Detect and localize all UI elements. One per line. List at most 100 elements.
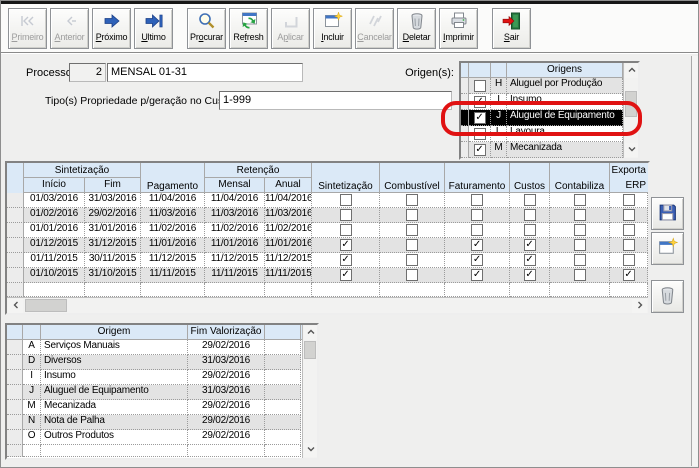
cell-sintetizacao[interactable]: ✓ <box>312 268 380 283</box>
cell-code[interactable]: M <box>23 400 41 415</box>
scroll-down-button[interactable] <box>304 443 317 457</box>
checkbox-combustivel[interactable] <box>406 269 418 281</box>
origin-valuation-row[interactable]: M Mecanizada 29/02/2016 <box>7 400 301 415</box>
checkbox-faturamento[interactable]: ✓ <box>471 239 483 251</box>
cell-contabiliza[interactable] <box>550 253 610 268</box>
checkbox-combustivel[interactable] <box>406 239 418 251</box>
last-button[interactable]: Ultimo <box>134 8 173 49</box>
cell-origin-name[interactable]: Mecanizada <box>507 142 623 158</box>
origin-valuation-row[interactable]: A Serviços Manuais 29/02/2016 <box>7 340 301 355</box>
cell-contabiliza[interactable] <box>550 238 610 253</box>
cell-origin-name[interactable]: Insumo <box>507 94 623 110</box>
cell-inicio[interactable]: 01/02/2016 <box>24 208 85 223</box>
row-indicator[interactable] <box>461 94 469 110</box>
checkbox-exporta-erp[interactable] <box>622 224 635 236</box>
cell-custos[interactable] <box>510 223 550 238</box>
cell-anual[interactable]: 11/12/2015 <box>265 253 312 268</box>
cell-sintetizacao[interactable]: ✓ <box>312 253 380 268</box>
origin-valuation-row[interactable]: D Diversos 31/03/2016 <box>7 355 301 370</box>
row-indicator[interactable] <box>7 193 24 208</box>
scroll-up-button[interactable] <box>304 326 317 340</box>
cell-pagamento[interactable]: 11/12/2015 <box>141 253 205 268</box>
cell-code[interactable]: L <box>491 126 507 142</box>
cell-anual[interactable]: 11/11/2015 <box>265 268 312 283</box>
cell-origem[interactable]: Outros Produtos <box>41 430 188 445</box>
cell-origem[interactable]: Nota de Palha <box>41 415 188 430</box>
origin-checkbox[interactable]: ✓ <box>473 143 486 156</box>
row-indicator[interactable] <box>7 430 23 445</box>
scrollbar-thumb[interactable] <box>25 299 67 312</box>
cell-origin-name[interactable]: Lavoura <box>507 126 623 142</box>
cell-fim-valorizacao[interactable]: 31/03/2016 <box>188 355 265 370</box>
row-indicator[interactable] <box>7 268 24 283</box>
cell-origem[interactable]: Mecanizada <box>41 400 188 415</box>
checkbox-contabiliza[interactable] <box>573 209 586 221</box>
cell-exporta-erp[interactable] <box>610 208 648 223</box>
origin-list-item[interactable]: ✓ I Insumo <box>461 94 623 110</box>
scroll-up-button[interactable] <box>625 64 638 78</box>
cell-origem[interactable]: Aluguel de Equipamento <box>41 385 188 400</box>
exit-button[interactable]: Sair <box>492 8 531 49</box>
cell-mensal[interactable]: 11/01/2016 <box>205 238 265 253</box>
scroll-down-button[interactable] <box>625 143 638 157</box>
checkbox-faturamento[interactable] <box>471 209 483 221</box>
checkbox-combustivel[interactable] <box>406 209 418 221</box>
row-indicator[interactable] <box>7 415 23 430</box>
origin-checkbox[interactable] <box>473 79 486 92</box>
cell-faturamento[interactable] <box>445 223 510 238</box>
cell-code[interactable]: I <box>491 94 507 110</box>
scrollbar-thumb[interactable] <box>625 91 637 117</box>
cell-mensal[interactable]: 11/11/2015 <box>205 268 265 283</box>
origin-checkbox[interactable]: ✓ <box>473 111 486 124</box>
insert-button[interactable]: Incluir <box>313 8 352 49</box>
cell-pagamento[interactable]: 11/03/2016 <box>141 208 205 223</box>
row-indicator[interactable] <box>461 110 469 126</box>
cell-pagamento[interactable]: 11/04/2016 <box>141 193 205 208</box>
delete-button[interactable]: Deletar <box>397 8 436 49</box>
cell-code[interactable]: D <box>23 355 41 370</box>
checkbox-combustivel[interactable] <box>406 254 418 266</box>
cell-mensal[interactable]: 11/02/2016 <box>205 223 265 238</box>
search-button[interactable]: Procurar <box>187 8 226 49</box>
cell-inicio[interactable]: 01/11/2015 <box>24 253 85 268</box>
cell-fim-valorizacao[interactable]: 31/03/2016 <box>188 385 265 400</box>
origin-checkbox[interactable] <box>473 127 486 140</box>
cell-custos[interactable]: ✓ <box>510 238 550 253</box>
cell-sintetizacao[interactable]: ✓ <box>312 238 380 253</box>
cell-faturamento[interactable] <box>445 193 510 208</box>
cell-custos[interactable]: ✓ <box>510 253 550 268</box>
row-indicator[interactable] <box>7 355 23 370</box>
cell-faturamento[interactable] <box>445 208 510 223</box>
cell-exporta-erp[interactable] <box>610 223 648 238</box>
print-button[interactable]: Imprimir <box>439 8 478 49</box>
cell-pagamento[interactable]: 11/01/2016 <box>141 238 205 253</box>
cell-inicio[interactable]: 01/12/2015 <box>24 238 85 253</box>
origin-list-item[interactable]: ✓ M Mecanizada <box>461 142 623 158</box>
checkbox-custos[interactable] <box>523 224 536 236</box>
row-indicator[interactable] <box>7 208 24 223</box>
cell-mensal[interactable]: 11/12/2015 <box>205 253 265 268</box>
row-indicator[interactable] <box>7 385 23 400</box>
cell-anual[interactable]: 11/01/2016 <box>265 238 312 253</box>
cell-fim-valorizacao[interactable]: 29/02/2016 <box>188 430 265 445</box>
checkbox-exporta-erp[interactable] <box>622 194 635 206</box>
cell-anual[interactable]: 11/02/2016 <box>265 223 312 238</box>
checkbox-exporta-erp[interactable]: ✓ <box>622 269 635 281</box>
origin-list-item[interactable]: ✓ J Aluguel de Equipamento <box>461 110 623 126</box>
cell-code[interactable]: H <box>491 78 507 94</box>
cell-exporta-erp[interactable] <box>610 253 648 268</box>
cell-fim[interactable]: 31/01/2016 <box>85 223 141 238</box>
cell-exporta-erp[interactable]: ✓ <box>610 268 648 283</box>
checkbox-contabiliza[interactable] <box>573 224 586 236</box>
checkbox-exporta-erp[interactable] <box>622 209 635 221</box>
checkbox-sintetizacao[interactable]: ✓ <box>339 239 352 251</box>
row-indicator[interactable] <box>7 370 23 385</box>
row-indicator[interactable] <box>7 400 23 415</box>
table-row[interactable]: 01/10/2015 31/10/2015 11/11/2015 11/11/2015… <box>7 268 648 283</box>
row-indicator[interactable] <box>461 78 469 94</box>
cell-mensal[interactable]: 11/03/2016 <box>205 208 265 223</box>
checkbox-custos[interactable] <box>523 209 536 221</box>
refresh-button[interactable]: Refresh <box>229 8 268 49</box>
cell-anual[interactable]: 11/04/2016 <box>265 193 312 208</box>
table-row[interactable]: 01/02/2016 29/02/2016 11/03/2016 11/03/2016… <box>7 208 648 223</box>
